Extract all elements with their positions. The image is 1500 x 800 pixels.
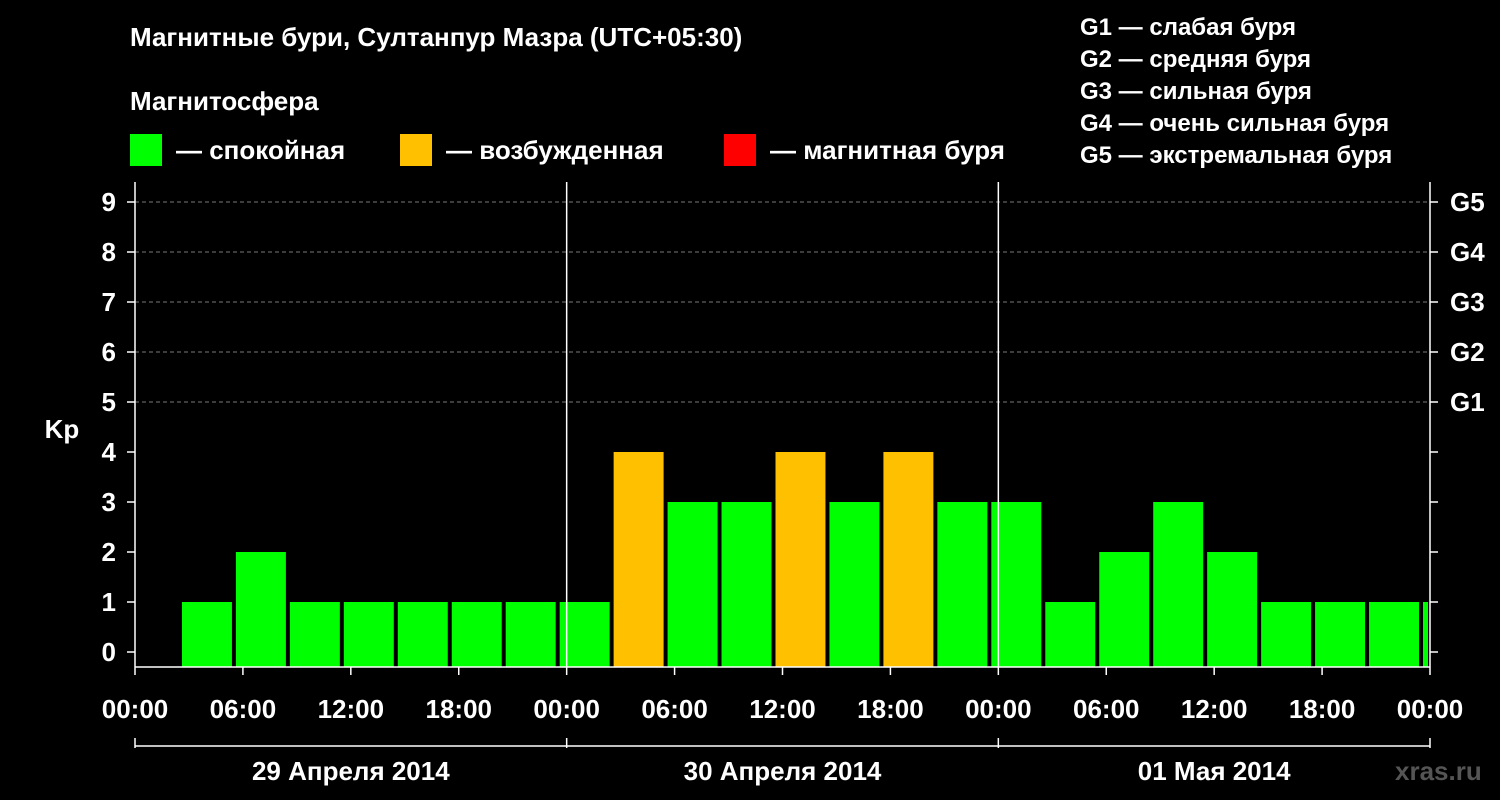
bar: [1045, 602, 1096, 667]
y-tick-label: 5: [102, 387, 116, 417]
bar: [829, 502, 880, 667]
g-tick-label: G1: [1450, 387, 1485, 417]
bar: [181, 602, 232, 667]
bar: [937, 502, 988, 667]
bar: [775, 452, 826, 667]
bar: [1153, 502, 1204, 667]
bar: [1315, 602, 1366, 667]
bar: [1423, 602, 1428, 667]
kp-chart: 0 1 2 3 4 5 6 7 8 9 G1 G2 G3 G4 G5 00:00 06:00 12:00 18:00…: [45, 182, 1485, 786]
x-tick-label: 12:00: [1181, 694, 1248, 724]
x-tick-label: 00:00: [965, 694, 1032, 724]
x-tick-label: 06:00: [641, 694, 708, 724]
y-tick-label: 4: [102, 437, 117, 467]
x-tick-label: 18:00: [426, 694, 493, 724]
chart-grid: [135, 201, 1430, 403]
g-tick-label: G2: [1450, 337, 1485, 367]
day-label: 29 Апреля 2014: [252, 756, 450, 786]
bar: [451, 602, 502, 667]
bar: [235, 552, 286, 667]
x-tick-label: 12:00: [318, 694, 385, 724]
y-tick-label: 9: [102, 187, 116, 217]
y-tick-label: 1: [102, 587, 116, 617]
bar: [343, 602, 394, 667]
x-tick-label: 00:00: [1397, 694, 1464, 724]
x-tick-label: 00:00: [102, 694, 169, 724]
bar: [721, 502, 772, 667]
y-tick-label: 2: [102, 537, 116, 567]
bar: [883, 452, 934, 667]
y-tick-label: 3: [102, 487, 116, 517]
y-tick-label: 6: [102, 337, 116, 367]
bar: [667, 502, 718, 667]
y-axis-label: Kp: [45, 414, 80, 444]
x-tick-label: 00:00: [533, 694, 600, 724]
x-tick-label: 06:00: [210, 694, 277, 724]
x-tick-label: 18:00: [857, 694, 924, 724]
bar: [505, 602, 556, 667]
g-tick-label: G5: [1450, 187, 1485, 217]
y-tick-label: 7: [102, 287, 116, 317]
y-tick-label: 8: [102, 237, 116, 267]
g-tick-label: G4: [1450, 237, 1485, 267]
bar: [613, 452, 664, 667]
bar: [1099, 552, 1150, 667]
y-tick-label: 0: [102, 637, 116, 667]
x-tick-label: 12:00: [749, 694, 816, 724]
bar: [397, 602, 448, 667]
bar: [1369, 602, 1420, 667]
bar: [1261, 602, 1312, 667]
x-tick-label: 18:00: [1289, 694, 1356, 724]
chart-bars: [181, 452, 1428, 667]
bar: [1207, 552, 1258, 667]
day-label: 01 Мая 2014: [1138, 756, 1291, 786]
day-label: 30 Апреля 2014: [684, 756, 882, 786]
x-tick-label: 06:00: [1073, 694, 1140, 724]
g-tick-label: G3: [1450, 287, 1485, 317]
bar: [289, 602, 340, 667]
watermark: xras.ru: [1395, 756, 1482, 786]
